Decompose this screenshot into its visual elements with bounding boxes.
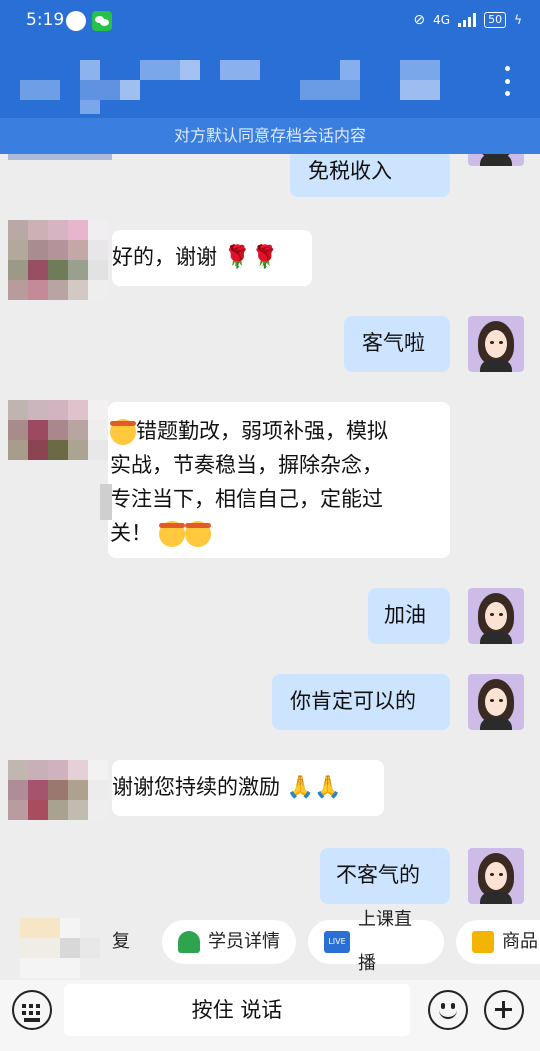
battery-icon: 50 bbox=[484, 12, 507, 28]
clipped-avatar bbox=[8, 154, 112, 160]
message-text-line: 实战，节奏稳当，摒除杂念， bbox=[110, 453, 383, 477]
live-class-chip[interactable]: LIVE 上课直播 bbox=[308, 909, 444, 974]
rose-emoji-icon: 🌹 bbox=[251, 245, 279, 270]
message-bubble-contact[interactable]: 谢谢您持续的激励 🙏🙏 bbox=[112, 760, 384, 816]
message-text: 加油 bbox=[384, 603, 426, 627]
chat-message-list[interactable]: 免税收入 好的，谢谢 🌹🌹 客气啦 错题勤改，弱项补强，模拟 实战，节奏稳当，摒… bbox=[0, 154, 540, 904]
chip-label: 商品 bbox=[502, 931, 538, 952]
pixel-artifact bbox=[100, 484, 112, 520]
status-time: 5:19 bbox=[26, 10, 65, 30]
quick-reply-chip[interactable]: 复 bbox=[100, 920, 146, 964]
message-bubble-mine[interactable]: 加油 bbox=[368, 588, 450, 644]
chip-label: 复 bbox=[112, 931, 130, 952]
my-avatar[interactable] bbox=[468, 588, 524, 644]
message-text-line: 错题勤改，弱项补强，模拟 bbox=[136, 419, 388, 443]
headband-emoji-icon bbox=[184, 521, 211, 547]
wechat-icon bbox=[92, 11, 112, 31]
input-bar: 按住 说话 bbox=[0, 980, 540, 1051]
rose-emoji-icon: 🌹 bbox=[223, 245, 252, 270]
chip-label: 学员详情 bbox=[208, 931, 280, 952]
no-alarm-icon: ⊘ bbox=[413, 12, 426, 28]
message-bubble-contact[interactable]: 好的，谢谢 🌹🌹 bbox=[112, 230, 312, 286]
headband-emoji-icon bbox=[158, 521, 185, 547]
message-bubble-mine[interactable]: 不客气的 bbox=[320, 848, 450, 904]
message-text: 免税收入 bbox=[308, 159, 392, 183]
chip-label: 上课直播 bbox=[358, 909, 412, 974]
message-text: 客气啦 bbox=[362, 331, 425, 355]
my-avatar[interactable] bbox=[468, 316, 524, 372]
more-actions-plus-icon[interactable] bbox=[484, 990, 524, 1030]
charging-icon: ϟ bbox=[514, 13, 522, 27]
headband-emoji-icon bbox=[110, 419, 136, 445]
message-text: 不客气的 bbox=[336, 863, 420, 887]
contact-avatar[interactable] bbox=[8, 400, 112, 500]
archive-notice: 对方默认同意存档会话内容 bbox=[0, 118, 540, 154]
status-bar: 5:19 ⊘ 4G 50 ϟ bbox=[0, 0, 540, 44]
chat-header bbox=[0, 44, 540, 118]
my-avatar[interactable] bbox=[468, 154, 524, 166]
more-menu-icon[interactable] bbox=[502, 66, 512, 96]
my-avatar[interactable] bbox=[468, 848, 524, 904]
hold-to-talk-button[interactable]: 按住 说话 bbox=[64, 984, 410, 1036]
message-bubble-mine[interactable]: 客气啦 bbox=[344, 316, 450, 372]
message-bubble-mine[interactable]: 你肯定可以的 bbox=[272, 674, 450, 730]
student-detail-chip[interactable]: 学员详情 bbox=[162, 920, 296, 964]
keyboard-toggle-icon[interactable] bbox=[12, 990, 52, 1030]
message-text: 你肯定可以的 bbox=[290, 689, 416, 713]
product-icon bbox=[472, 931, 494, 953]
quick-action-bar[interactable]: 复 学员详情 LIVE 上课直播 商品 bbox=[0, 904, 540, 980]
live-icon: LIVE bbox=[324, 931, 350, 953]
clap-emoji-icon: 🙏 bbox=[314, 775, 342, 800]
message-text: 谢谢您持续的激励 bbox=[112, 775, 280, 799]
my-avatar[interactable] bbox=[468, 674, 524, 730]
product-chip[interactable]: 商品 bbox=[456, 920, 540, 964]
contact-avatar[interactable] bbox=[8, 760, 112, 860]
student-detail-icon bbox=[178, 931, 200, 953]
network-label: 4G bbox=[433, 13, 451, 27]
message-bubble-mine[interactable]: 免税收入 bbox=[290, 154, 450, 197]
signal-icon bbox=[458, 13, 477, 27]
contact-avatar[interactable] bbox=[8, 220, 112, 320]
notification-dot-icon bbox=[66, 11, 86, 31]
emoji-picker-icon[interactable] bbox=[428, 990, 468, 1030]
message-text-line: 专注当下，相信自己，定能过 bbox=[110, 487, 383, 511]
message-bubble-contact[interactable]: 错题勤改，弱项补强，模拟 实战，节奏稳当，摒除杂念， 专注当下，相信自己，定能过… bbox=[108, 402, 450, 558]
message-text: 好的，谢谢 bbox=[112, 245, 217, 269]
message-text-line: 关！ bbox=[110, 521, 152, 545]
clap-emoji-icon: 🙏 bbox=[286, 775, 315, 800]
